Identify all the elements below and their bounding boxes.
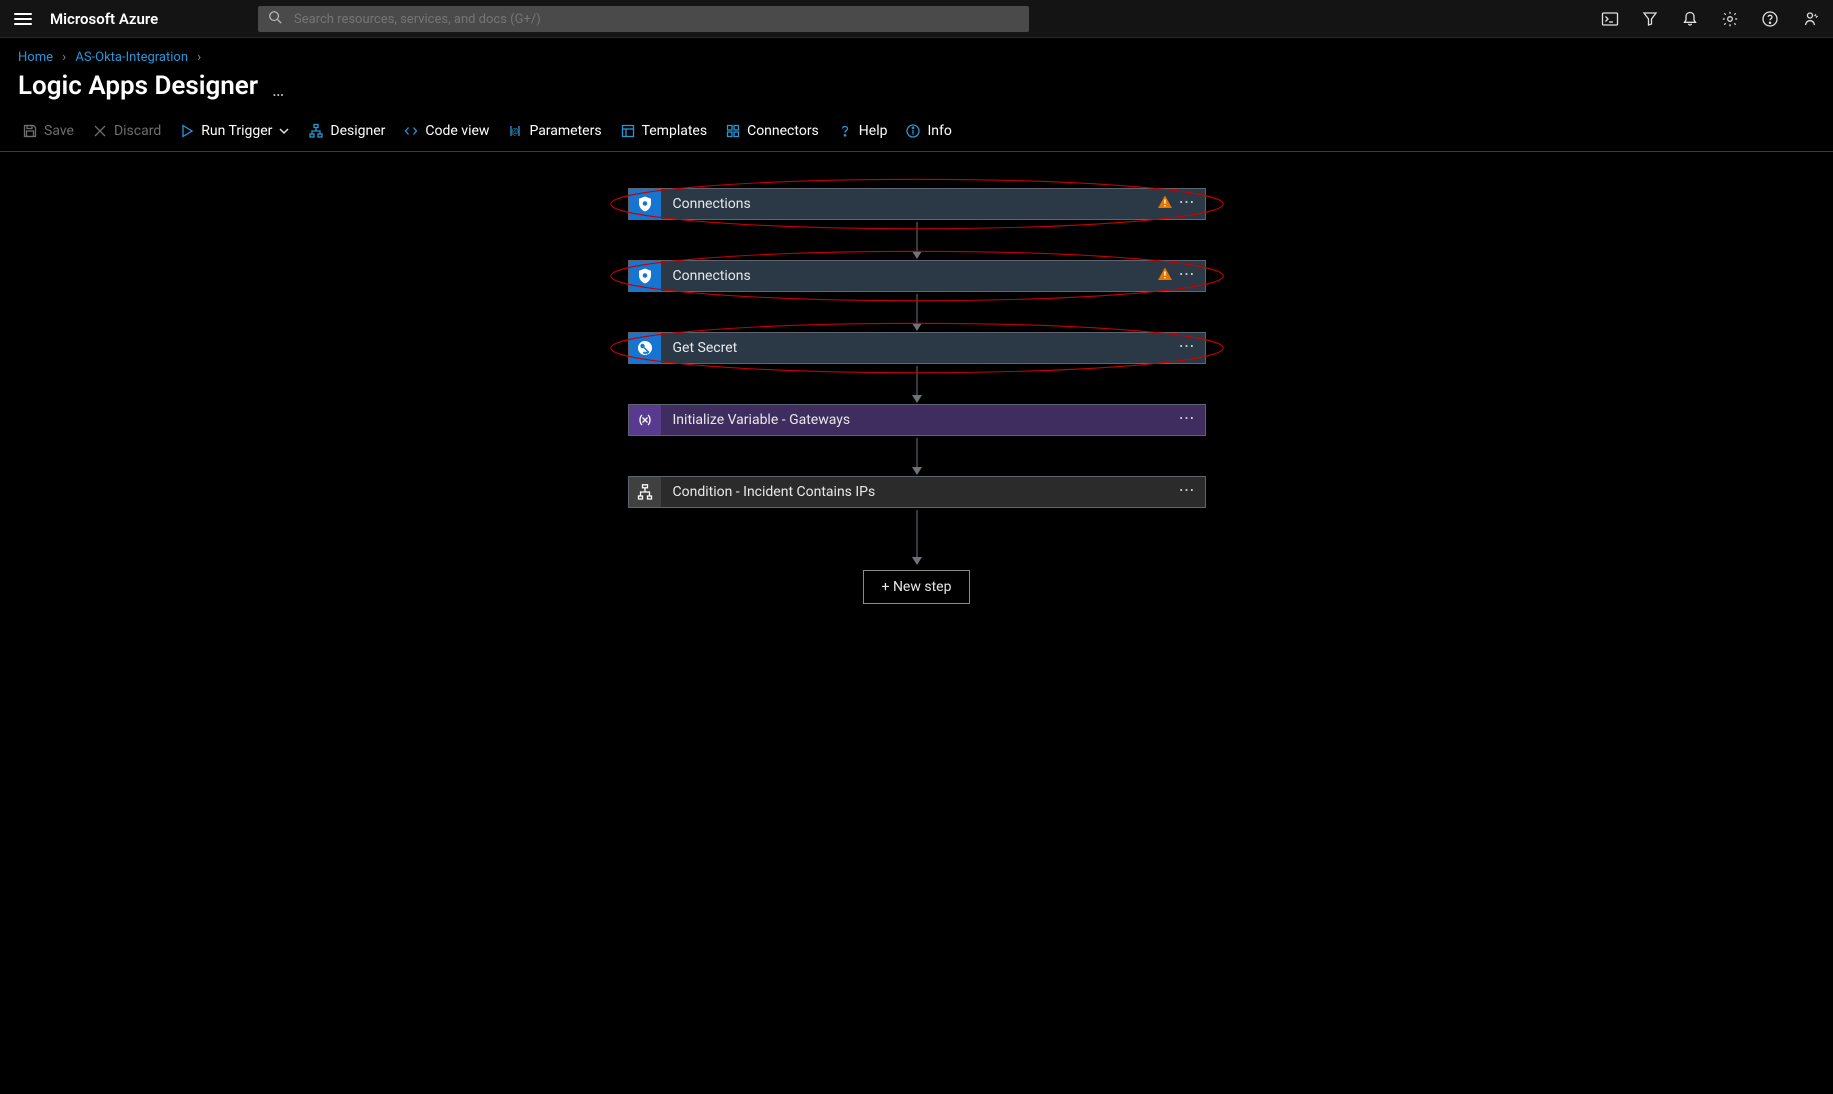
warning-icon (1157, 266, 1173, 286)
chevron-down-icon (278, 125, 290, 137)
step-more-button[interactable]: ⋯ (1179, 410, 1197, 426)
discard-label: Discard (114, 123, 161, 139)
help-button[interactable]: Help (833, 121, 892, 141)
parameters-icon: @ (507, 123, 523, 139)
step-connections-2[interactable]: Connections ⋯ (628, 260, 1206, 292)
designer-canvas: Connections ⋯ (0, 152, 1833, 664)
step-more-button[interactable]: ⋯ (1179, 338, 1197, 354)
search-icon (268, 10, 282, 28)
top-bar-actions (1601, 0, 1819, 38)
workflow-step: Get Secret ⋯ (628, 332, 1206, 364)
sentinel-icon (629, 261, 661, 291)
step-label: Get Secret (673, 340, 1179, 356)
step-more-button[interactable]: ⋯ (1179, 194, 1197, 210)
workflow-step: Connections ⋯ (628, 260, 1206, 292)
templates-label: Templates (642, 123, 708, 139)
page-title: Logic Apps Designer (18, 71, 258, 101)
run-trigger-button[interactable]: Run Trigger (175, 121, 294, 141)
command-bar: Save Discard Run Trigger Desi (0, 115, 1833, 152)
step-label: Initialize Variable - Gateways (673, 412, 1179, 428)
breadcrumb-parent[interactable]: AS-Okta-Integration (75, 50, 188, 65)
top-bar: Microsoft Azure (0, 0, 1833, 38)
warning-icon (1157, 194, 1173, 214)
workflow-step: Connections ⋯ (628, 188, 1206, 220)
hamburger-menu-icon[interactable] (14, 10, 32, 28)
step-label: Condition - Incident Contains IPs (673, 484, 1179, 500)
designer-icon (308, 123, 324, 139)
settings-gear-icon[interactable] (1721, 10, 1739, 28)
code-view-button[interactable]: Code view (399, 121, 493, 141)
variable-icon (629, 405, 661, 435)
help-icon[interactable] (1761, 10, 1779, 28)
save-label: Save (44, 123, 74, 139)
designer-button[interactable]: Designer (304, 121, 389, 141)
step-more-button[interactable]: ⋯ (1179, 482, 1197, 498)
play-icon (179, 123, 195, 139)
help-label: Help (859, 123, 888, 139)
save-button[interactable]: Save (18, 121, 78, 141)
step-initialize-variable[interactable]: Initialize Variable - Gateways ⋯ (628, 404, 1206, 436)
chevron-right-icon: › (62, 50, 66, 65)
templates-icon (620, 123, 636, 139)
step-label: Connections (673, 196, 1157, 212)
discard-icon (92, 123, 108, 139)
code-icon (403, 123, 419, 139)
breadcrumb: Home › AS-Okta-Integration › (0, 38, 1833, 65)
condition-icon (629, 477, 661, 507)
cloud-shell-icon[interactable] (1601, 10, 1619, 28)
new-step-button[interactable]: + New step (863, 570, 971, 604)
arrow-connector[interactable] (916, 366, 918, 402)
search-input[interactable] (292, 11, 1019, 28)
keyvault-icon (629, 333, 661, 363)
question-icon (837, 123, 853, 139)
discard-button[interactable]: Discard (88, 121, 165, 141)
step-more-button[interactable]: ⋯ (1179, 266, 1197, 282)
arrow-connector[interactable] (916, 438, 918, 474)
title-more-button[interactable]: … (272, 80, 286, 101)
feedback-icon[interactable] (1801, 10, 1819, 28)
run-trigger-label: Run Trigger (201, 123, 272, 139)
step-connections-1[interactable]: Connections ⋯ (628, 188, 1206, 220)
connectors-label: Connectors (747, 123, 819, 139)
notifications-icon[interactable] (1681, 10, 1699, 28)
workflow-step: Initialize Variable - Gateways ⋯ (628, 404, 1206, 436)
save-icon (22, 123, 38, 139)
step-get-secret[interactable]: Get Secret ⋯ (628, 332, 1206, 364)
brand-label[interactable]: Microsoft Azure (50, 10, 158, 28)
workflow-step: Condition - Incident Contains IPs ⋯ (628, 476, 1206, 508)
page-title-row: Logic Apps Designer … (0, 65, 1833, 115)
chevron-right-icon: › (197, 50, 201, 65)
svg-text:@: @ (512, 127, 519, 136)
info-button[interactable]: Info (901, 121, 955, 141)
sentinel-icon (629, 189, 661, 219)
info-icon (905, 123, 921, 139)
code-view-label: Code view (425, 123, 489, 139)
arrow-connector[interactable] (916, 294, 918, 330)
arrow-connector[interactable] (916, 510, 918, 564)
designer-label: Designer (330, 123, 385, 139)
arrow-connector[interactable] (916, 222, 918, 258)
connectors-icon (725, 123, 741, 139)
parameters-label: Parameters (529, 123, 601, 139)
connectors-button[interactable]: Connectors (721, 121, 823, 141)
directory-filter-icon[interactable] (1641, 10, 1659, 28)
templates-button[interactable]: Templates (616, 121, 712, 141)
breadcrumb-home[interactable]: Home (18, 50, 53, 65)
step-label: Connections (673, 268, 1157, 284)
step-condition[interactable]: Condition - Incident Contains IPs ⋯ (628, 476, 1206, 508)
info-label: Info (927, 123, 951, 139)
global-search[interactable] (258, 6, 1029, 32)
parameters-button[interactable]: @ Parameters (503, 121, 605, 141)
